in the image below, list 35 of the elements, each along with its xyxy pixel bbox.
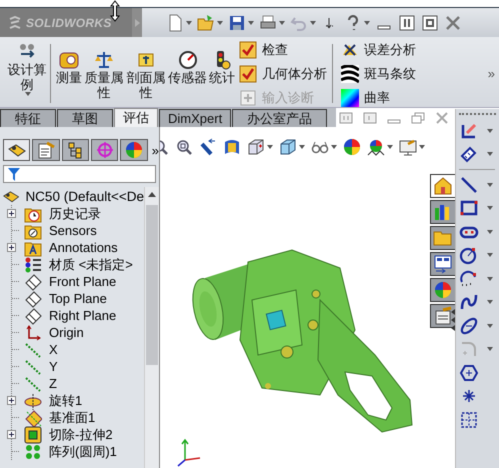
tree-item[interactable]: Sensors — [49, 223, 97, 238]
tree-item[interactable]: Right Plane — [49, 308, 116, 323]
tree-item[interactable]: 旋转1 — [49, 392, 82, 410]
ribbon-button[interactable]: 质量属性 — [83, 40, 125, 107]
tab[interactable]: 评估 — [114, 108, 158, 127]
tree-root-item[interactable]: NC50 (Default<<De — [25, 188, 144, 204]
tree-item[interactable]: 基准面1 — [49, 408, 96, 426]
tree-item[interactable]: Top Plane — [49, 291, 107, 306]
ribbon-button[interactable]: 测量 — [55, 40, 83, 107]
tree-item[interactable]: Y — [49, 359, 58, 374]
more-button[interactable]: » — [152, 142, 159, 158]
tree-item[interactable]: Annotations — [49, 240, 118, 255]
ribbon-button[interactable]: 几何体分析 — [239, 64, 327, 83]
logo-text: SOLIDWORKS — [26, 16, 112, 30]
tree-item[interactable]: Origin — [49, 325, 84, 340]
ribbon-button[interactable]: 误差分析 — [341, 40, 416, 59]
ribbon-button[interactable]: 斑马条纹 — [341, 64, 416, 83]
tree-item[interactable]: X — [49, 342, 58, 357]
tab[interactable]: 草图 — [57, 109, 113, 127]
tree-item[interactable]: 切除-拉伸2 — [49, 426, 113, 444]
tab[interactable]: DimXpert — [159, 109, 232, 127]
tab[interactable]: 办公室产品 — [232, 109, 328, 127]
more-button[interactable]: » — [488, 66, 495, 81]
tree-item[interactable]: 阵列(圆周)1 — [49, 442, 117, 460]
tree-item[interactable]: Z — [49, 376, 57, 391]
tree-item[interactable]: 材质 <未指定> — [49, 256, 133, 274]
ribbon-button[interactable]: 统计 — [208, 40, 236, 107]
ribbon-button[interactable]: 剖面属性 — [125, 40, 167, 107]
tree-item[interactable]: 历史记录 — [49, 204, 101, 222]
ribbon-button[interactable]: 曲率 — [341, 88, 416, 107]
ribbon-button[interactable]: 检查 — [239, 40, 327, 59]
tree-item[interactable]: Front Plane — [49, 274, 116, 289]
tab[interactable]: 特征 — [0, 109, 56, 127]
study-dropdown-button[interactable]: 设计算例 — [6, 40, 48, 107]
ribbon-button[interactable]: 传感器 — [167, 40, 208, 107]
